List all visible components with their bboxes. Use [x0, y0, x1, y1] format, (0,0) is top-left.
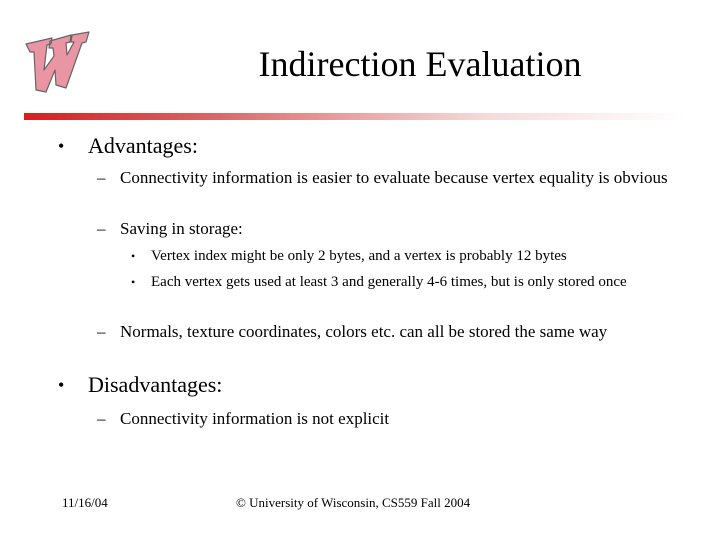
sub-list-item: • Vertex index might be only 2 bytes, an… — [131, 246, 671, 267]
dash: – — [97, 409, 106, 428]
slide-title: Indirection Evaluation — [258, 44, 582, 84]
dot: • — [131, 275, 136, 289]
list-item: – Saving in storage: — [97, 219, 243, 238]
dash: – — [97, 219, 106, 238]
dot: • — [131, 249, 136, 263]
bullet: • — [58, 136, 65, 156]
title-divider — [24, 113, 684, 120]
list-item: – Normals, texture coordinates, colors e… — [97, 322, 608, 341]
sub-list-item: • Each vertex gets used at least 3 and g… — [131, 272, 671, 293]
footer-copyright: © University of Wisconsin, CS559 Fall 20… — [236, 495, 471, 510]
bullet: • — [58, 375, 65, 395]
dash: – — [97, 322, 106, 341]
footer-date: 11/16/04 — [62, 495, 108, 510]
list-item: – Connectivity information is not explic… — [97, 409, 390, 428]
dash: – — [97, 168, 106, 187]
list-item: – Connectivity information is easier to … — [97, 168, 668, 187]
wisconsin-logo-icon — [22, 30, 92, 100]
